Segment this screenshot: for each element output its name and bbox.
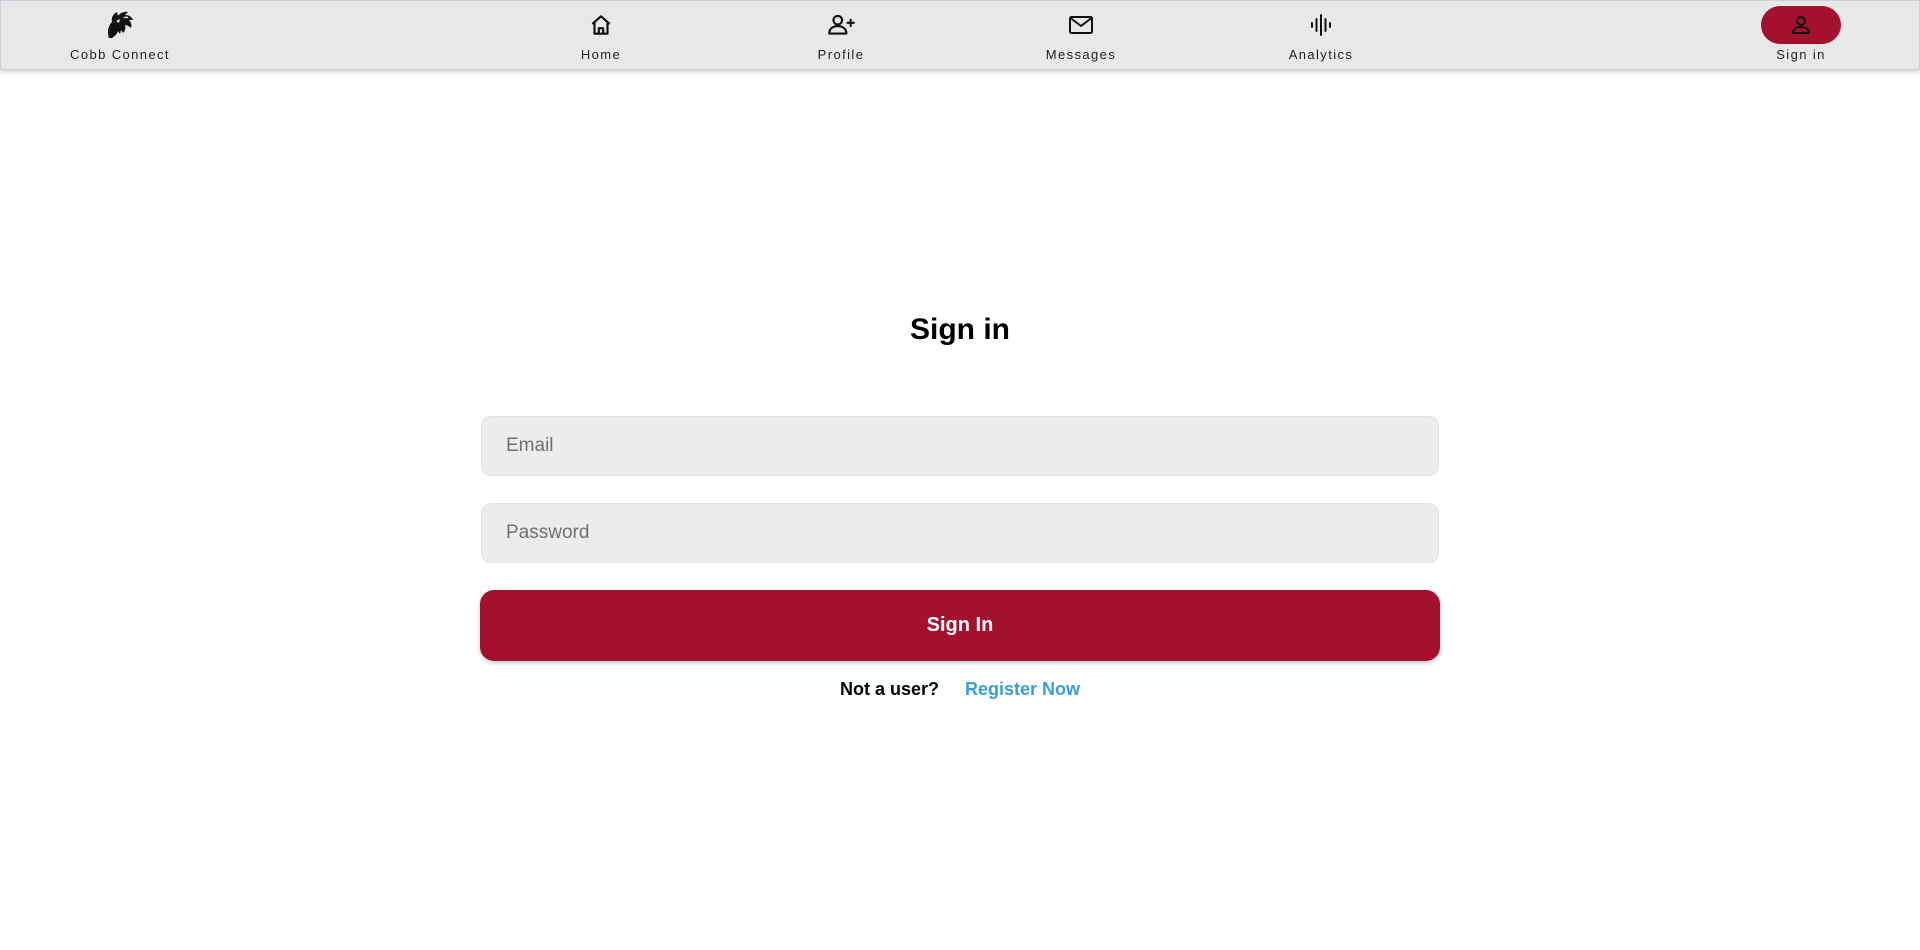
- nav-item-label: Messages: [1045, 47, 1117, 62]
- nav-item-label: Analytics: [1288, 47, 1354, 62]
- home-icon: [588, 7, 614, 43]
- nav-item-messages[interactable]: Messages: [1031, 1, 1131, 71]
- register-now-link[interactable]: Register Now: [965, 679, 1080, 700]
- brand-label: Cobb Connect: [70, 47, 170, 62]
- top-nav-bar: Cobb Connect Home Profile Messages Analy…: [0, 0, 1920, 70]
- nav-item-analytics[interactable]: Analytics: [1271, 1, 1371, 71]
- nav-item-sign-in[interactable]: Sign in: [1751, 1, 1851, 71]
- user-icon: [1792, 16, 1810, 34]
- email-field[interactable]: [481, 416, 1439, 476]
- add-user-icon: [826, 7, 856, 43]
- sign-in-label: Sign in: [1776, 47, 1826, 62]
- register-prompt: Not a user? Register Now: [0, 679, 1920, 700]
- password-field[interactable]: [481, 503, 1439, 563]
- page-title: Sign in: [910, 313, 1010, 346]
- cougar-logo-icon: [103, 7, 137, 43]
- sign-in-pill[interactable]: [1761, 6, 1841, 44]
- nav-item-label: Profile: [817, 47, 865, 62]
- audio-waveform-icon: [1307, 7, 1335, 43]
- nav-item-profile[interactable]: Profile: [796, 1, 886, 71]
- nav-item-home[interactable]: Home: [556, 1, 646, 71]
- mail-icon: [1067, 7, 1095, 43]
- brand-home-link[interactable]: Cobb Connect: [65, 1, 175, 71]
- sign-in-pill-wrap: [1761, 6, 1841, 44]
- sign-in-button[interactable]: Sign In: [480, 590, 1440, 661]
- nav-item-label: Home: [580, 47, 622, 62]
- not-user-text: Not a user?: [839, 679, 939, 699]
